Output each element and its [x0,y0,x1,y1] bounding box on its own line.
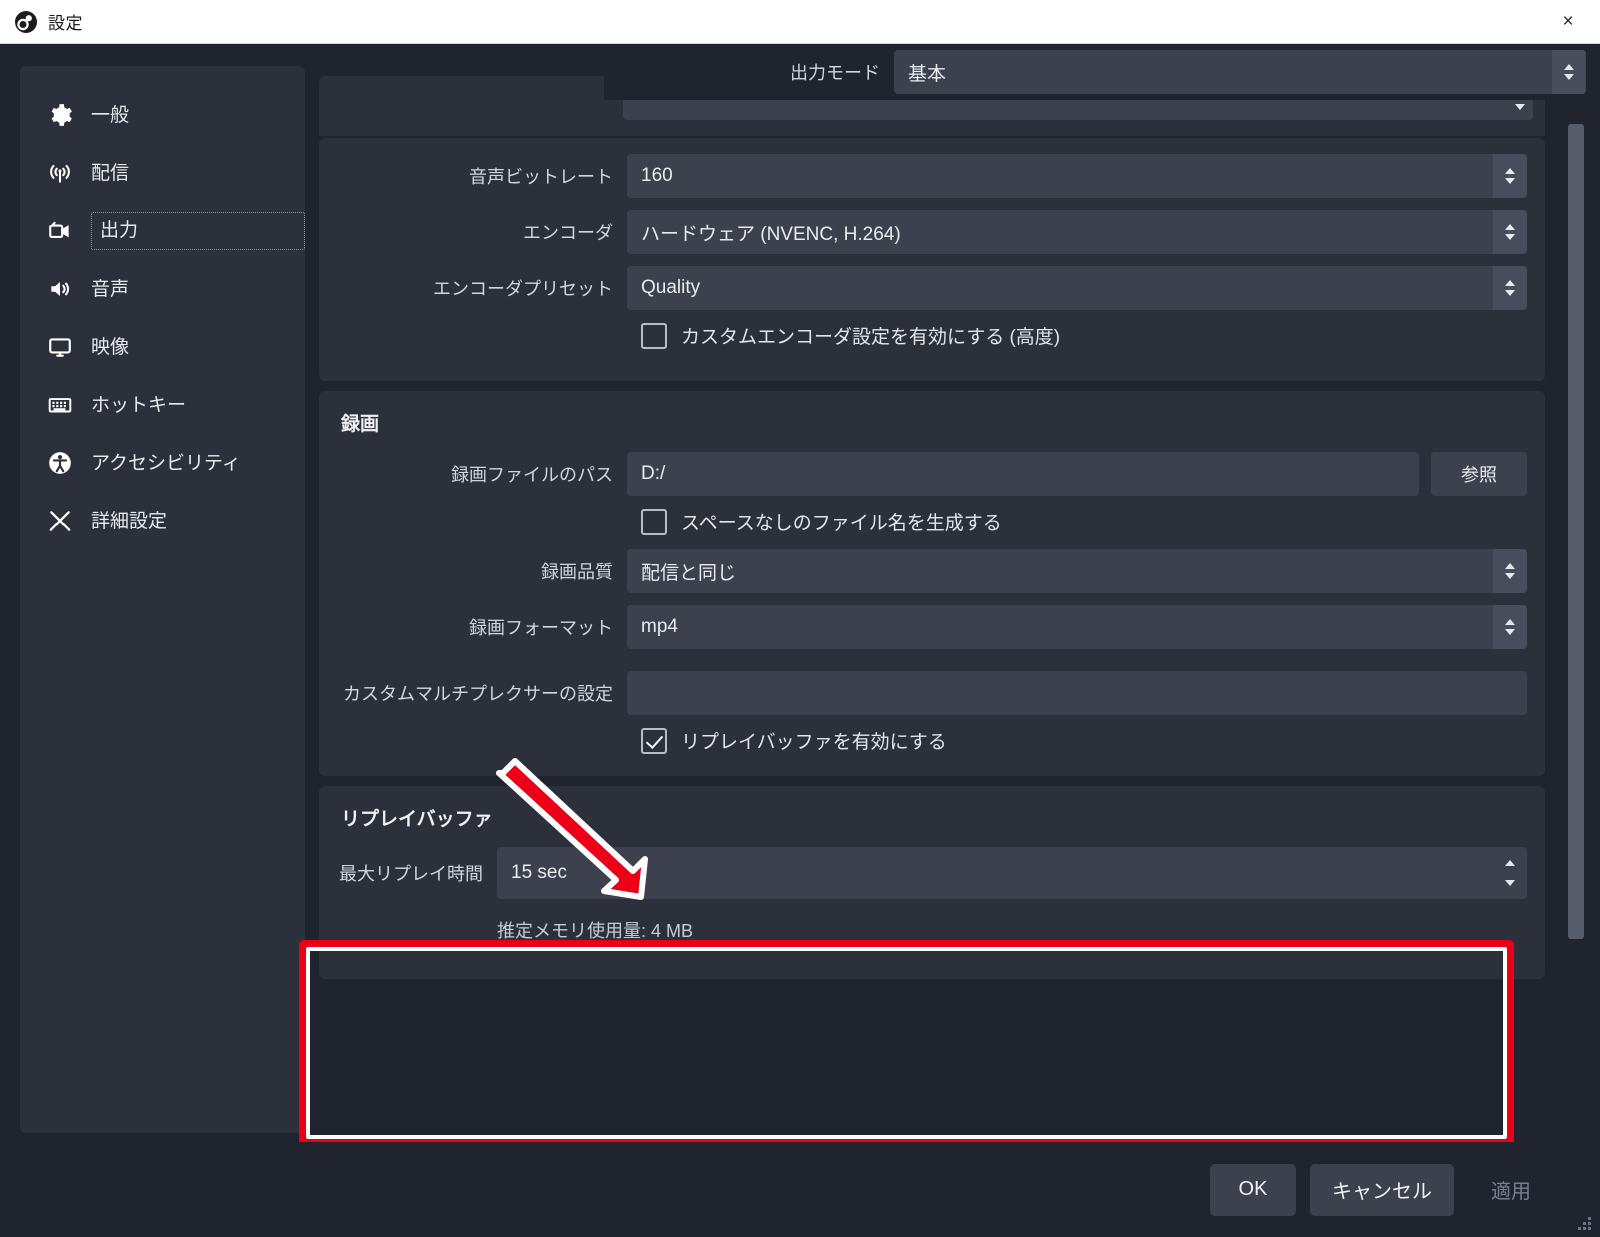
window-title: 設定 [48,14,83,33]
apply-button[interactable]: 適用 [1468,1164,1554,1216]
encoder-select[interactable]: ハードウェア (NVENC, H.264) [627,210,1527,254]
enable-replay-buffer-checkbox-row[interactable]: リプレイバッファを有効にする [627,727,1527,754]
recording-quality-spinner-icon[interactable] [1493,549,1527,593]
sidebar-item-label: 詳細設定 [91,510,168,532]
recording-quality-select[interactable]: 配信と同じ [627,549,1527,593]
replay-buffer-group-title: リプレイバッファ [341,809,493,830]
accessibility-icon [45,448,75,478]
ok-button[interactable]: OK [1210,1163,1296,1216]
obs-logo-icon [14,10,38,34]
settings-window: 設定 × 一般 配信 出力 音声 映像 ホットキー アクセシビリティ 詳細設定 … [0,0,1600,1237]
sidebar-item-label: 配信 [91,162,130,184]
max-replay-time-value: 15 sec [511,862,567,883]
broadcast-icon [45,158,75,188]
monitor-icon [45,332,75,362]
settings-sidebar: 一般 配信 出力 音声 映像 ホットキー アクセシビリティ 詳細設定 [20,66,305,1133]
output-mode-spinner-icon[interactable] [1552,50,1586,94]
enable-replay-buffer-checkbox[interactable] [641,727,667,754]
sidebar-item-label: アクセシビリティ [91,452,241,474]
audio-bitrate-value: 160 [641,165,673,186]
resize-grip-icon[interactable] [1578,1217,1592,1231]
no-space-filename-checkbox[interactable] [641,508,667,535]
recording-quality-value: 配信と同じ [641,562,737,584]
recording-format-value: mp4 [641,616,678,637]
sidebar-item-label: ホットキー [91,394,187,416]
encoder-preset-value: Quality [641,277,701,298]
sidebar-item-output[interactable]: 出力 [20,202,305,260]
sidebar-item-advanced[interactable]: 詳細設定 [20,492,305,550]
recording-format-select[interactable]: mp4 [627,605,1527,649]
output-mode-row: 出力モード 基本 [604,44,1586,100]
max-replay-time-spinner-icon[interactable] [1493,847,1527,899]
encoder-preset-label: エンコーダプリセット [433,279,613,299]
encoder-label: エンコーダ [523,223,613,243]
custom-muxer-input[interactable] [627,671,1527,715]
sidebar-item-label: 一般 [91,104,130,126]
output-mode-select[interactable]: 基本 [894,50,1586,94]
streaming-group: 音声ビットレート 160 エンコーダ ハードウェア (NVENC, H.264) [319,138,1545,381]
audio-bitrate-label: 音声ビットレート [469,167,613,187]
encoder-preset-row: エンコーダプリセット Quality [337,266,1527,310]
replay-buffer-group: リプレイバッファ 最大リプレイ時間 15 sec 推定メモリ使用量: 4 MB [319,786,1545,979]
audio-bitrate-spinner-icon[interactable] [1493,154,1527,198]
gear-icon [45,100,75,130]
recording-format-spinner-icon[interactable] [1493,605,1527,649]
tools-icon [45,506,75,536]
sidebar-item-stream[interactable]: 配信 [20,144,305,202]
custom-muxer-label: カスタムマルチプレクサーの設定 [343,684,613,704]
browse-button[interactable]: 参照 [1431,452,1527,496]
custom-encoder-label: カスタムエンコーダ設定を有効にする (高度) [681,327,1061,348]
recording-format-row: 録画フォーマット mp4 [337,605,1527,649]
max-replay-time-spinbox[interactable]: 15 sec [497,847,1527,899]
recording-group: 録画 録画ファイルのパス D:/ 参照 スペースなしのファイル名を生成する 録画… [319,391,1545,776]
custom-encoder-checkbox[interactable] [641,322,667,349]
sidebar-item-audio[interactable]: 音声 [20,260,305,318]
recording-path-input[interactable]: D:/ [627,452,1419,496]
encoder-value: ハードウェア (NVENC, H.264) [641,223,901,245]
output-mode-label: 出力モード [790,63,880,83]
recording-path-value: D:/ [641,463,666,484]
dialog-body: 一般 配信 出力 音声 映像 ホットキー アクセシビリティ 詳細設定 出力モード… [0,44,1600,1142]
no-space-filename-label: スペースなしのファイル名を生成する [681,513,1002,534]
keyboard-icon [45,390,75,420]
sidebar-item-label: 出力 [91,212,305,250]
recording-quality-label: 録画品質 [541,562,613,582]
encoder-preset-spinner-icon[interactable] [1493,266,1527,310]
close-icon[interactable]: × [1536,0,1600,43]
custom-encoder-checkbox-row[interactable]: カスタムエンコーダ設定を有効にする (高度) [627,322,1527,349]
dialog-footer: OK キャンセル 適用 [0,1142,1600,1237]
recording-path-label: 録画ファイルのパス [451,465,613,485]
encoder-preset-select[interactable]: Quality [627,266,1527,310]
output-camera-icon [45,216,75,246]
cancel-button[interactable]: キャンセル [1310,1163,1454,1216]
sidebar-item-video[interactable]: 映像 [20,318,305,376]
speaker-icon [45,274,75,304]
encoder-spinner-icon[interactable] [1493,210,1527,254]
max-replay-time-row: 最大リプレイ時間 15 sec [337,847,1527,899]
settings-content: 出力モード 基本 音声ビットレート 160 エンコーダ ハードウェア (NVEN… [305,44,1600,1142]
sidebar-item-label: 音声 [91,278,130,300]
max-replay-time-label: 最大リプレイ時間 [339,864,483,884]
recording-quality-row: 録画品質 配信と同じ [337,549,1527,593]
title-bar: 設定 × [0,0,1600,44]
content-scrollbar[interactable] [1566,44,1586,1142]
sidebar-item-accessibility[interactable]: アクセシビリティ [20,434,305,492]
enable-replay-buffer-label: リプレイバッファを有効にする [681,732,947,753]
chevron-down-icon [1515,104,1525,110]
audio-bitrate-row: 音声ビットレート 160 [337,154,1527,198]
recording-format-label: 録画フォーマット [469,618,613,638]
sidebar-item-hotkeys[interactable]: ホットキー [20,376,305,434]
recording-group-title: 録画 [341,414,380,435]
encoder-row: エンコーダ ハードウェア (NVENC, H.264) [337,210,1527,254]
sidebar-item-label: 映像 [91,336,130,358]
scroll-viewport: 音声ビットレート 160 エンコーダ ハードウェア (NVENC, H.264) [319,76,1545,1142]
recording-path-row: 録画ファイルのパス D:/ 参照 [337,452,1527,496]
custom-muxer-row: カスタムマルチプレクサーの設定 [337,671,1527,715]
no-space-filename-checkbox-row[interactable]: スペースなしのファイル名を生成する [627,508,1527,535]
output-mode-value: 基本 [908,63,947,85]
audio-bitrate-select[interactable]: 160 [627,154,1527,198]
memory-usage-note: 推定メモリ使用量: 4 MB [497,921,694,941]
sidebar-item-general[interactable]: 一般 [20,86,305,144]
scrollbar-thumb[interactable] [1568,124,1584,939]
